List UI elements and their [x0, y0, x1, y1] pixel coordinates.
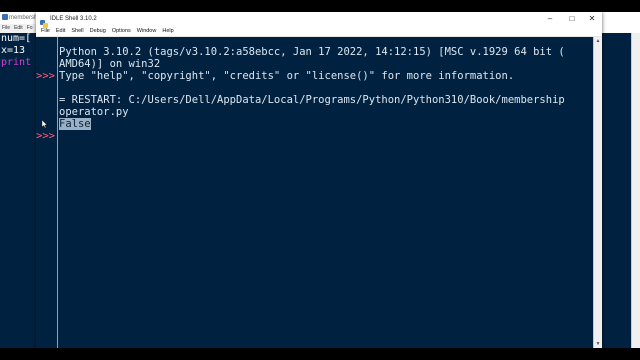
background-editor-titlebar[interactable]: membership: [0, 12, 40, 24]
close-icon[interactable]: ✕: [582, 12, 602, 26]
shell-output-line: Python 3.10.2 (tags/v3.10.2:a58ebcc, Jan…: [59, 46, 565, 58]
window-title: IDLE Shell 3.10.2: [50, 16, 97, 22]
minimize-icon[interactable]: –: [540, 12, 560, 26]
background-right-scrollbar[interactable]: [631, 33, 640, 348]
menu-window[interactable]: Window: [134, 26, 160, 36]
selected-result: False: [59, 118, 91, 130]
shell-output-line: False: [59, 118, 91, 130]
shell-output-line: Type "help", "copyright", "credits" or "…: [59, 70, 515, 82]
code-line: print: [1, 57, 32, 68]
background-editor-window[interactable]: membership File Edit Fo num=[ x=13 print: [0, 12, 41, 348]
scroll-up-icon[interactable]: ▲: [595, 38, 601, 44]
menu-options[interactable]: Options: [109, 26, 134, 36]
mouse-pointer-icon: [42, 120, 47, 128]
code-line: num=[: [1, 33, 32, 44]
bg-menu-format[interactable]: Fo: [25, 25, 35, 31]
idle-shell-window[interactable]: IDLE Shell 3.10.2 – □ ✕ File Edit Shell Deb…: [36, 12, 602, 348]
bg-menu-edit[interactable]: Edit: [12, 25, 25, 31]
python-file-icon: [2, 14, 8, 21]
menubar: File Edit Shell Debug Options Window Help: [36, 26, 602, 37]
idle-app-icon: [40, 15, 48, 28]
menu-help[interactable]: Help: [159, 26, 176, 36]
scroll-down-icon[interactable]: ▼: [595, 341, 601, 347]
shell-prompt: >>>: [36, 130, 55, 142]
menu-shell[interactable]: Shell: [68, 26, 86, 36]
prompt-gutter: >>> >>>: [36, 37, 58, 348]
screen: membership File Edit Fo num=[ x=13 print I…: [0, 12, 640, 348]
shell-body[interactable]: >>> >>> Python 3.10.2 (tags/v3.10.2:a58e…: [36, 37, 602, 348]
titlebar[interactable]: IDLE Shell 3.10.2 – □ ✕: [36, 12, 602, 28]
menu-debug[interactable]: Debug: [87, 26, 109, 36]
background-editor-code-area[interactable]: num=[ x=13 print: [0, 33, 40, 348]
shell-prompt: >>>: [36, 70, 55, 82]
bg-menu-file[interactable]: File: [0, 25, 12, 31]
shell-output-line: AMD64)] on win32: [59, 58, 161, 70]
background-right-window[interactable]: [601, 12, 640, 348]
shell-output-line: operator.py: [59, 106, 129, 118]
vertical-scrollbar[interactable]: ▲ ▼: [593, 37, 602, 348]
shell-output-line: = RESTART: C:/Users/Dell/AppData/Local/P…: [59, 94, 565, 106]
maximize-icon[interactable]: □: [562, 12, 582, 26]
menu-edit[interactable]: Edit: [53, 26, 68, 36]
background-editor-menubar: File Edit Fo: [0, 24, 40, 33]
code-line: x=13: [1, 45, 26, 56]
